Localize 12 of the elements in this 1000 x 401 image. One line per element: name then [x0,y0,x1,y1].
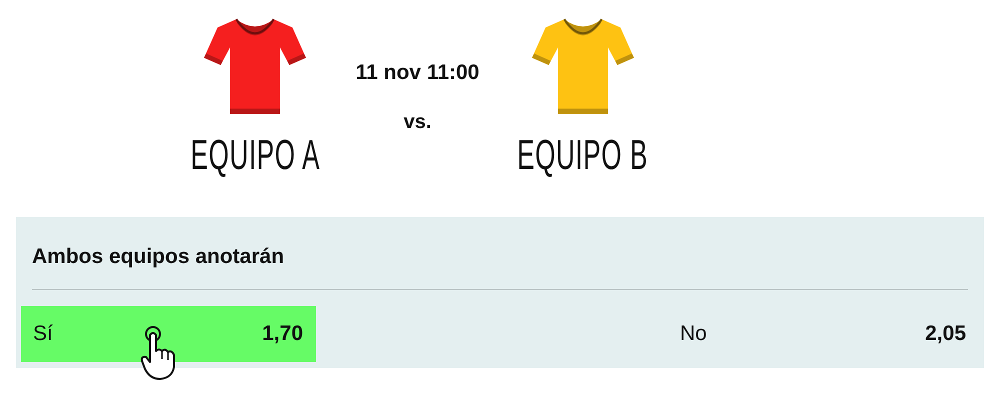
team-name: EQUIPO A [190,131,320,179]
odds-value: 1,70 [262,322,303,346]
odds-option[interactable]: No 2,05 [664,306,979,362]
match-time: 11 nov 11:00 [356,61,480,85]
odds-option[interactable]: Sí 1,70 [21,306,316,362]
option-label: No [680,322,707,346]
versus-label: vs. [404,111,432,134]
team-name: EQUIPO B [518,131,648,179]
odds-value: 2,05 [925,322,966,346]
option-label: Sí [33,322,53,346]
hand-pointer-icon [140,325,176,381]
market-title: Ambos equipos anotarán [32,245,286,270]
